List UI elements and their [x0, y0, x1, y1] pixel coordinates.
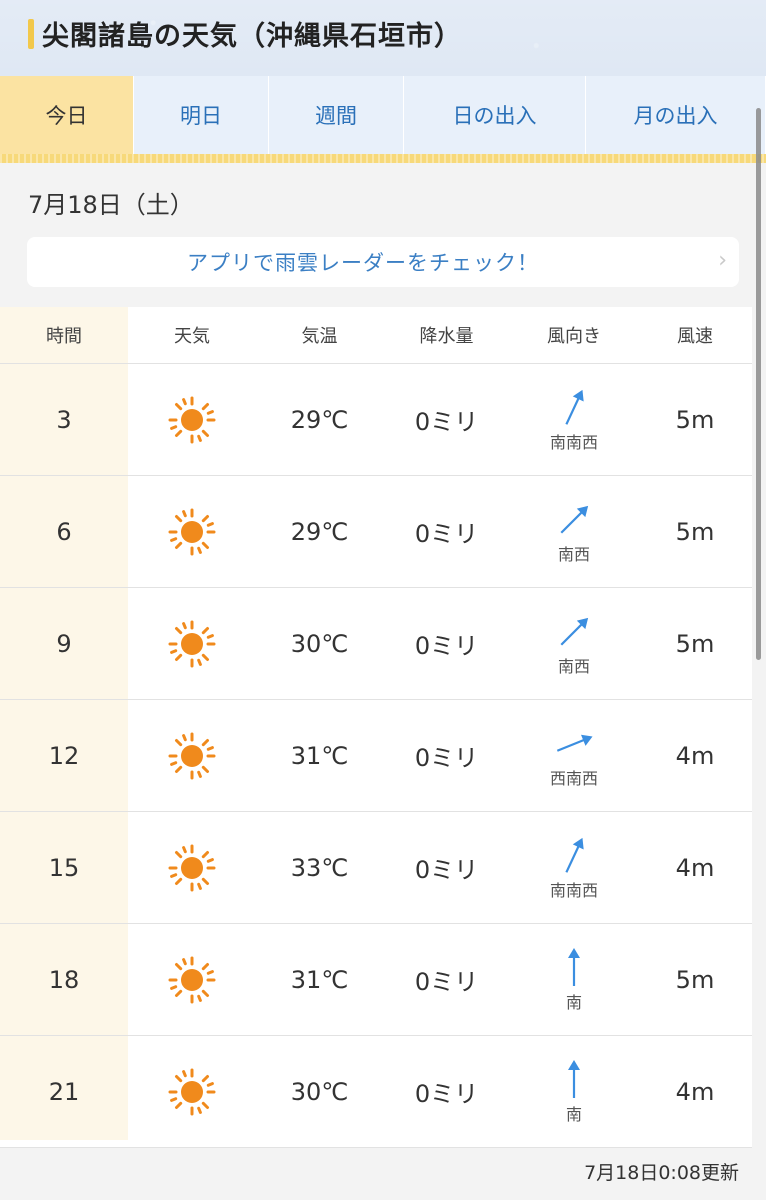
app-radar-banner[interactable]: アプリで雨雲レーダーをチェック！ › [27, 237, 739, 287]
wind-arrow-icon [556, 734, 593, 752]
sunny-icon [128, 1068, 256, 1116]
wind-direction: 南 [510, 924, 638, 1035]
tab-sunrise[interactable]: 日の出入 [404, 76, 586, 154]
forecast-date: 7月18日（土） [28, 191, 194, 219]
header-wind-speed: 風速 [677, 326, 713, 347]
wind-arrow-icon [560, 505, 589, 534]
row-time: 18 [48, 965, 80, 994]
table-row: 12 31℃ 0ミリ 西南西 4m [0, 700, 752, 812]
tab-today[interactable]: 今日 [0, 76, 134, 154]
sunny-icon [128, 844, 256, 892]
sunny-icon [128, 396, 256, 444]
table-row: 15 33℃ 0ミリ 南南西 4m [0, 812, 752, 924]
page-header: 尖閣諸島の天気（沖縄県石垣市） [0, 0, 766, 76]
table-row: 6 29℃ 0ミリ 南西 5m [0, 476, 752, 588]
row-temp: 29℃ [290, 405, 349, 434]
wind-direction: 南西 [510, 476, 638, 587]
tab-week[interactable]: 週間 [269, 76, 404, 154]
row-time: 3 [56, 405, 72, 434]
wind-direction: 南西 [510, 588, 638, 699]
row-time: 15 [48, 853, 80, 882]
row-temp: 30℃ [290, 1077, 349, 1106]
wind-arrow-icon [560, 617, 589, 646]
hourly-forecast-table: 時間 天気 気温 降水量 風向き 風速 3 29℃ 0ミリ 南南西 5m 6 2… [0, 307, 752, 1148]
wind-dir-label: 南 [565, 993, 582, 1012]
row-time: 6 [56, 517, 72, 546]
row-time: 12 [48, 741, 80, 770]
title-accent-bar [28, 19, 34, 49]
wind-arrow-icon [565, 389, 584, 425]
row-temp: 33℃ [290, 853, 349, 882]
row-temp: 31℃ [290, 741, 349, 770]
row-rain: 0ミリ [414, 856, 479, 884]
wind-dir-label: 西南西 [549, 769, 598, 788]
row-temp: 31℃ [290, 965, 349, 994]
wind-arrow-icon [565, 837, 584, 873]
updated-timestamp: 7月18日0:08更新 [584, 1162, 739, 1184]
header-wind-dir: 風向き [547, 326, 601, 347]
scrollbar[interactable] [756, 108, 761, 660]
wind-dir-label: 南 [565, 1105, 582, 1124]
row-temp: 29℃ [290, 517, 349, 546]
row-rain: 0ミリ [414, 520, 479, 548]
chevron-right-icon: › [718, 248, 727, 273]
row-rain: 0ミリ [414, 408, 479, 436]
row-wind-speed: 5m [675, 517, 715, 546]
row-wind-speed: 5m [675, 965, 715, 994]
table-row: 3 29℃ 0ミリ 南南西 5m [0, 364, 752, 476]
wind-direction: 南南西 [510, 364, 638, 475]
wind-direction: 南南西 [510, 812, 638, 923]
wind-dir-label: 南南西 [549, 433, 598, 452]
tab-tomorrow[interactable]: 明日 [134, 76, 269, 154]
tab-bar: 今日 明日 週間 日の出入 月の出入 [0, 76, 766, 154]
sunny-icon [128, 732, 256, 780]
row-time: 21 [48, 1077, 80, 1106]
row-wind-speed: 5m [675, 405, 715, 434]
wind-arrow-icon [568, 1060, 580, 1098]
wind-dir-label: 南南西 [549, 881, 598, 900]
row-time: 9 [56, 629, 72, 658]
table-row: 21 30℃ 0ミリ 南 4m [0, 1036, 752, 1148]
row-wind-speed: 5m [675, 629, 715, 658]
table-row: 9 30℃ 0ミリ 南西 5m [0, 588, 752, 700]
wind-direction: 西南西 [510, 700, 638, 811]
app-banner-label: アプリで雨雲レーダーをチェック！ [187, 251, 539, 275]
wind-dir-label: 南西 [557, 545, 590, 564]
sunny-icon [128, 620, 256, 668]
wind-direction: 南 [510, 1036, 638, 1147]
row-wind-speed: 4m [675, 741, 715, 770]
row-rain: 0ミリ [414, 744, 479, 772]
tab-moonrise[interactable]: 月の出入 [586, 76, 766, 154]
row-rain: 0ミリ [414, 632, 479, 660]
row-temp: 30℃ [290, 629, 349, 658]
row-wind-speed: 4m [675, 853, 715, 882]
row-rain: 0ミリ [414, 1080, 479, 1108]
sunny-icon [128, 508, 256, 556]
wind-dir-label: 南西 [557, 657, 590, 676]
header-weather: 天気 [174, 326, 210, 347]
wind-arrow-icon [568, 948, 580, 986]
tab-underline [0, 154, 766, 163]
header-temp: 気温 [301, 326, 338, 347]
row-wind-speed: 4m [675, 1077, 715, 1106]
header-time: 時間 [46, 326, 82, 347]
row-rain: 0ミリ [414, 968, 479, 996]
header-rain: 降水量 [419, 326, 474, 347]
page-title: 尖閣諸島の天気（沖縄県石垣市） [42, 21, 462, 52]
table-header-row: 時間 天気 気温 降水量 風向き 風速 [0, 307, 752, 364]
sunny-icon [128, 956, 256, 1004]
table-row: 18 31℃ 0ミリ 南 5m [0, 924, 752, 1036]
